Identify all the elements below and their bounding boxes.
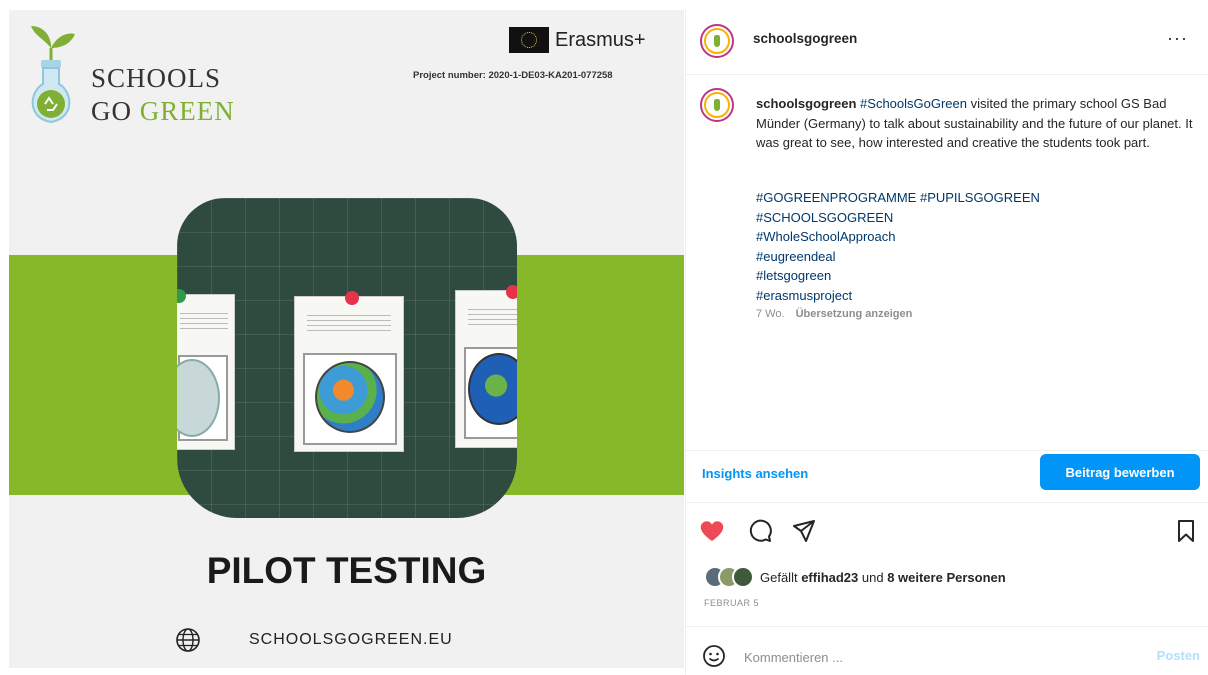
logo-word-green: GREEN (139, 96, 235, 126)
comment-divider (686, 626, 1208, 627)
share-icon[interactable] (790, 517, 818, 545)
logo-title-schools: SCHOOLS (91, 63, 222, 93)
drawing-left (177, 289, 235, 450)
caption-avatar[interactable] (700, 88, 734, 122)
actions-divider (686, 502, 1208, 503)
post-date[interactable]: FEBRUAR 5 (704, 598, 759, 608)
website-url: SCHOOLSGOGREEN.EU (249, 631, 453, 648)
emoji-icon[interactable] (702, 644, 726, 668)
translate-link[interactable]: Übersetzung anzeigen (796, 308, 913, 320)
globe-icon (176, 628, 200, 652)
header-avatar[interactable] (700, 24, 734, 58)
hashtag-line[interactable]: #WholeSchoolApproach (756, 227, 1040, 247)
comment-input[interactable] (744, 646, 1124, 668)
liker-avatar[interactable] (732, 566, 754, 588)
website-row: SCHOOLSGOGREEN.EU (175, 627, 453, 653)
hashtag-list: #GOGREENPROGRAMME #PUPILSGOGREEN #SCHOOL… (756, 188, 1040, 305)
hashtag-line[interactable]: #erasmusproject (756, 286, 1040, 306)
post-meta: 7 Wo. Übersetzung anzeigen (756, 308, 912, 320)
header-divider (686, 74, 1208, 75)
comment-icon[interactable] (746, 517, 774, 545)
likes-summary[interactable]: Gefällt effihad23 und 8 weitere Personen (760, 570, 1006, 585)
hashtag-line[interactable]: #eugreendeal (756, 247, 1040, 267)
logo-title-go-green: GO GREEN (91, 96, 235, 127)
project-number: Project number: 2020-1-DE03-KA201-077258 (413, 70, 613, 81)
hashtag-line[interactable]: #letsgogreen (756, 266, 1040, 286)
insights-divider (686, 450, 1208, 451)
erasmus-logo: Erasmus+ (509, 26, 646, 54)
likes-middle: und (858, 569, 888, 585)
post-image-title: PILOT TESTING (206, 550, 487, 591)
likes-others[interactable]: 8 weitere Personen (887, 570, 1006, 585)
more-options-icon[interactable]: ··· (1167, 28, 1188, 49)
promote-post-button[interactable]: Beitrag bewerben (1040, 454, 1200, 490)
post-age[interactable]: 7 Wo. (756, 308, 785, 320)
logo-word-go: GO (91, 96, 132, 126)
drawing-right (455, 285, 517, 448)
erasmus-label: Erasmus+ (555, 28, 646, 51)
flask-icon (31, 26, 75, 124)
bookmark-icon[interactable] (1172, 517, 1200, 545)
caption-hashtag[interactable]: #SchoolsGoGreen (860, 96, 967, 111)
hashtag-line[interactable]: #SCHOOLSGOGREEN (756, 208, 1040, 228)
likes-user[interactable]: effihad23 (801, 570, 858, 585)
chalkboard-photo (177, 198, 517, 518)
post-image[interactable]: SCHOOLS GO GREEN Erasmus+ Project number… (9, 10, 684, 668)
post-side-panel: schoolsgogreen ··· schoolsgogreen #Schoo… (685, 10, 1208, 675)
hashtag-line[interactable]: #GOGREENPROGRAMME #PUPILSGOGREEN (756, 188, 1040, 208)
insights-link[interactable]: Insights ansehen (702, 466, 808, 481)
post-comment-button[interactable]: Posten (1157, 648, 1200, 663)
likes-prefix: Gefällt (760, 569, 802, 585)
post-caption: schoolsgogreen #SchoolsGoGreen visited t… (756, 94, 1196, 153)
eu-flag-icon (509, 27, 549, 53)
heart-icon[interactable] (698, 517, 726, 545)
schools-go-green-logo: SCHOOLS GO GREEN (21, 18, 241, 138)
caption-username[interactable]: schoolsgogreen (756, 96, 856, 111)
drawing-center (294, 291, 404, 452)
header-username[interactable]: schoolsgogreen (753, 31, 857, 46)
likes-row: Gefällt effihad23 und 8 weitere Personen (704, 566, 1006, 588)
